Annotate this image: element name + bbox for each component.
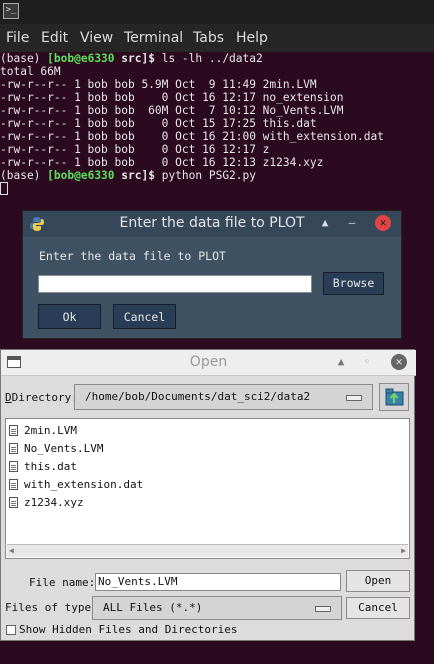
close-icon[interactable]: ✕ bbox=[375, 215, 391, 231]
directory-label-text: Directory: bbox=[11, 391, 78, 404]
open-dialog: Open ▲ ◦ ✕ DDirectory: /home/bob/Documen… bbox=[0, 349, 416, 641]
directory-label: DDirectory: bbox=[5, 391, 78, 404]
plot-dialog-prompt: Enter the data file to PLOT bbox=[39, 249, 226, 263]
file-icon bbox=[9, 461, 18, 472]
combo-arrow-icon bbox=[346, 395, 362, 401]
terminal-line: -rw-r--r-- 1 bob bob 0 Oct 16 12:17 no_e… bbox=[0, 91, 344, 104]
combo-arrow-icon bbox=[315, 606, 331, 612]
folder-up-icon bbox=[385, 388, 404, 406]
plot-dialog: Enter the data file to PLOT ▲ – ✕ Enter … bbox=[22, 210, 402, 339]
terminal-line: total 66M bbox=[0, 65, 61, 78]
filename-label: File name: bbox=[29, 576, 96, 589]
terminal-line bbox=[0, 182, 8, 195]
menu-view[interactable]: View bbox=[80, 30, 113, 46]
scroll-left-icon[interactable]: ◀ bbox=[9, 546, 14, 555]
cancel-button[interactable]: Cancel bbox=[346, 597, 410, 619]
scroll-right-icon[interactable]: ▶ bbox=[401, 546, 406, 555]
terminal-cursor bbox=[0, 182, 8, 195]
shade-icon[interactable]: ▲ bbox=[317, 215, 333, 231]
menubar: File Edit View Terminal Tabs Help bbox=[0, 24, 434, 52]
close-icon[interactable]: ✕ bbox=[391, 354, 407, 370]
filetype-combo[interactable]: ALL Files (*.*) bbox=[92, 596, 342, 620]
filename-input[interactable]: No_Vents.LVM bbox=[95, 573, 341, 591]
terminal-line: -rw-r--r-- 1 bob bob 60M Oct 7 10:12 No_… bbox=[0, 104, 344, 117]
list-item[interactable]: 2min.LVM bbox=[9, 423, 77, 439]
menu-tabs[interactable]: Tabs bbox=[193, 30, 224, 46]
shade-icon[interactable]: ▲ bbox=[333, 354, 349, 370]
minimize-icon[interactable]: – bbox=[344, 215, 360, 231]
menu-file[interactable]: File bbox=[6, 30, 29, 46]
show-hidden-label: Show Hidden Files and Directories bbox=[19, 623, 238, 636]
directory-combo[interactable]: /home/bob/Documents/dat_sci2/data2 bbox=[74, 384, 373, 410]
terminal-icon: >_ bbox=[3, 3, 19, 19]
list-item[interactable]: z1234.xyz bbox=[9, 495, 84, 511]
file-icon bbox=[9, 479, 18, 490]
open-button[interactable]: Open bbox=[346, 570, 410, 592]
terminal-line: (base) [bob@e6330 src]$ ls -lh ../data2 bbox=[0, 52, 263, 65]
terminal-line: -rw-r--r-- 1 bob bob 0 Oct 16 12:13 z123… bbox=[0, 156, 324, 169]
parent-directory-button[interactable] bbox=[379, 383, 409, 411]
ok-button[interactable]: Ok bbox=[38, 304, 101, 329]
list-item[interactable]: with_extension.dat bbox=[9, 477, 143, 493]
file-icon bbox=[9, 425, 18, 436]
terminal-line: (base) [bob@e6330 src]$ python PSG2.py bbox=[0, 169, 257, 182]
plot-dialog-titlebar[interactable]: Enter the data file to PLOT ▲ – ✕ bbox=[23, 211, 401, 237]
horizontal-scrollbar[interactable]: ◀ ▶ bbox=[7, 544, 408, 557]
show-hidden-checkbox[interactable] bbox=[6, 625, 16, 635]
data-file-input[interactable] bbox=[38, 275, 312, 293]
terminal-line: -rw-r--r-- 1 bob bob 0 Oct 15 17:25 this… bbox=[0, 117, 317, 130]
cancel-button[interactable]: Cancel bbox=[113, 304, 176, 329]
file-list[interactable]: 2min.LVM No_Vents.LVM this.dat with_exte… bbox=[5, 418, 410, 559]
open-dialog-titlebar[interactable]: Open ▲ ◦ ✕ bbox=[1, 350, 416, 376]
terminal-line: -rw-r--r-- 1 bob bob 0 Oct 16 21:00 with… bbox=[0, 130, 384, 143]
minimize-icon[interactable]: ◦ bbox=[359, 354, 375, 370]
menu-help[interactable]: Help bbox=[236, 30, 268, 46]
file-icon bbox=[9, 497, 18, 508]
directory-value: /home/bob/Documents/dat_sci2/data2 bbox=[85, 390, 311, 403]
terminal-line: -rw-r--r-- 1 bob bob 0 Oct 16 12:17 z bbox=[0, 143, 270, 156]
open-dialog-title: Open bbox=[189, 354, 228, 370]
window-topbar: >_ bbox=[0, 0, 434, 24]
terminal-line: -rw-r--r-- 1 bob bob 5.9M Oct 9 11:49 2m… bbox=[0, 78, 317, 91]
filetype-label: Files of type: bbox=[5, 601, 98, 614]
list-item[interactable]: this.dat bbox=[9, 459, 77, 475]
browse-button[interactable]: Browse bbox=[323, 272, 384, 295]
menu-terminal[interactable]: Terminal bbox=[124, 30, 183, 46]
menu-edit[interactable]: Edit bbox=[41, 30, 68, 46]
list-item[interactable]: No_Vents.LVM bbox=[9, 441, 103, 457]
file-icon bbox=[9, 443, 18, 454]
filetype-value: ALL Files (*.*) bbox=[103, 601, 203, 614]
